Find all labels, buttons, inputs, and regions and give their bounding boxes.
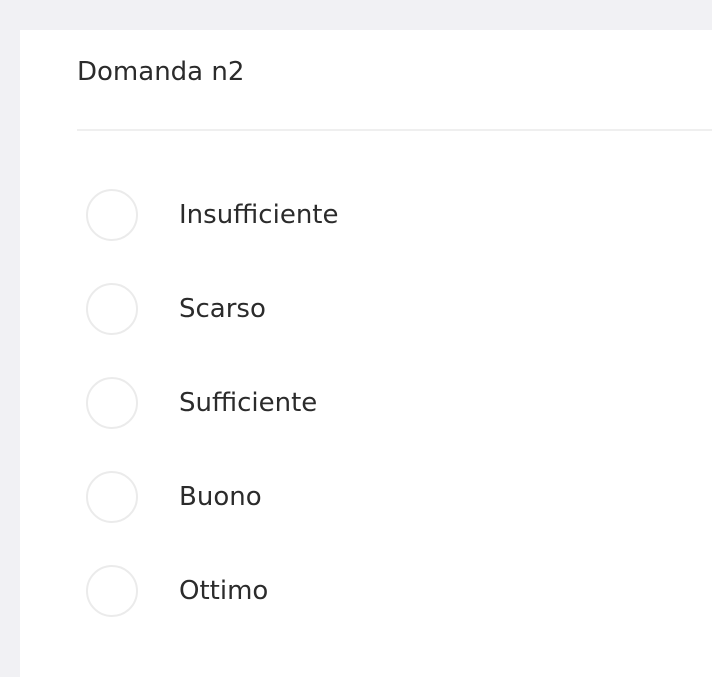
option-label: Buono — [179, 482, 262, 512]
option-label: Sufficiente — [179, 388, 318, 418]
radio-button[interactable] — [86, 377, 138, 429]
option-insufficiente[interactable]: Insufficiente — [86, 187, 339, 243]
radio-button[interactable] — [86, 283, 138, 335]
option-sufficiente[interactable]: Sufficiente — [86, 375, 339, 431]
radio-button[interactable] — [86, 471, 138, 523]
answer-options: Insufficiente Scarso Sufficiente Buono O… — [86, 187, 339, 657]
option-ottimo[interactable]: Ottimo — [86, 563, 339, 619]
option-buono[interactable]: Buono — [86, 469, 339, 525]
option-scarso[interactable]: Scarso — [86, 281, 339, 337]
radio-button[interactable] — [86, 189, 138, 241]
option-label: Insufficiente — [179, 200, 339, 230]
question-card: Domanda n2 Insufficiente Scarso Sufficie… — [20, 30, 712, 677]
option-label: Scarso — [179, 294, 266, 324]
option-label: Ottimo — [179, 576, 269, 606]
radio-button[interactable] — [86, 565, 138, 617]
question-title: Domanda n2 — [77, 57, 245, 87]
divider — [77, 129, 712, 131]
